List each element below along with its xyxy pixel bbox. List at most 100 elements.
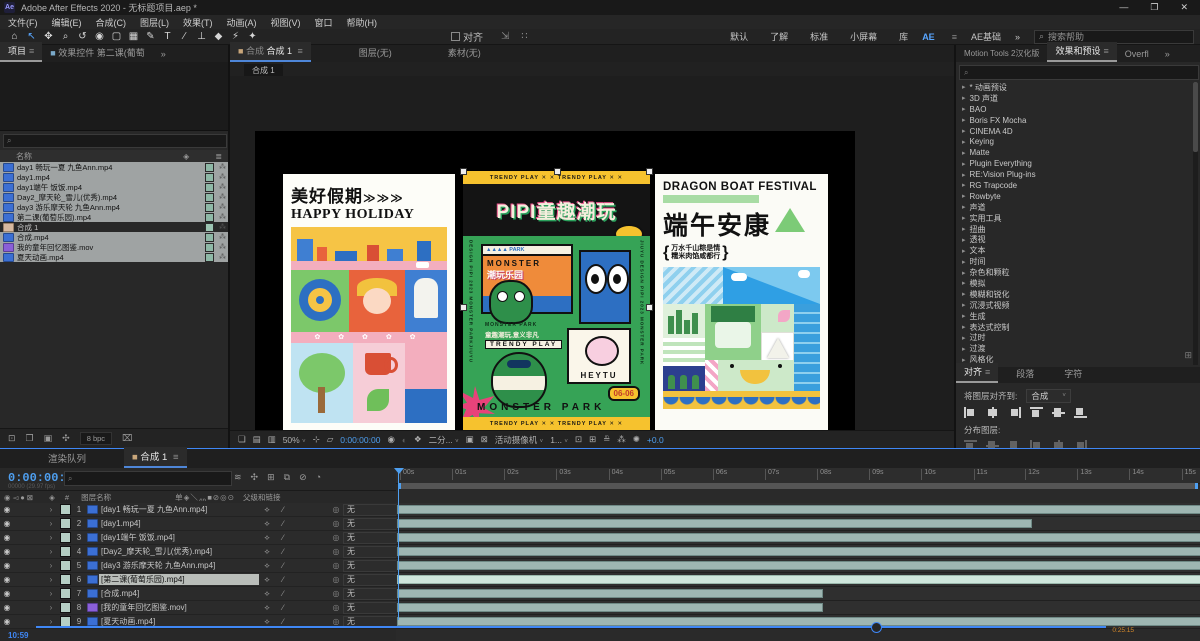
snapshot-icon[interactable]: ◉: [387, 434, 394, 445]
layer-name[interactable]: [day1 畅玩一夏 九鱼Ann.mp4]: [99, 504, 259, 515]
align-bottom-button[interactable]: [1074, 407, 1087, 418]
menu-item[interactable]: 效果(T): [183, 16, 213, 29]
expand-arrow-icon[interactable]: ›: [44, 533, 58, 542]
effects-category-row[interactable]: ▸ 模拟: [956, 278, 1192, 289]
eye-icon[interactable]: ◉: [0, 575, 14, 584]
expand-arrow-icon[interactable]: ▸: [962, 149, 966, 157]
label-color-chip[interactable]: [59, 518, 71, 529]
effects-category-row[interactable]: ▸ 过渡: [956, 343, 1192, 354]
layer-name[interactable]: [合成.mp4]: [99, 588, 259, 599]
mask-visibility-icon[interactable]: ▱: [327, 434, 334, 445]
time-ruler[interactable]: 00s 01s 02s 03s 04s 05s 06s 07s 08s 09s 10s 11s 12s 1…: [396, 468, 1200, 484]
parent-pickwhip-icon[interactable]: ◎: [329, 533, 343, 542]
align-horizontal-center-button[interactable]: [986, 407, 999, 418]
label-color-swatch[interactable]: [205, 162, 214, 172]
align-top-button[interactable]: [1030, 407, 1043, 418]
layer-name[interactable]: [day3 游乐摩天轮 九鱼Ann.mp4]: [99, 560, 259, 571]
effects-category-row[interactable]: ▸ 表达式控制: [956, 322, 1192, 333]
collapse-switch-icon[interactable]: ⟡: [259, 575, 275, 585]
layer-duration-bar[interactable]: [397, 505, 1200, 514]
selection-handle[interactable]: [460, 304, 467, 311]
layer-name[interactable]: [day1.mp4]: [99, 519, 259, 528]
effects-category-row[interactable]: ▸ 声道: [956, 202, 1192, 213]
parent-pickwhip-icon[interactable]: ◎: [329, 505, 343, 514]
layer-name[interactable]: [Day2_摩天轮_雪儿(优秀).mp4]: [99, 546, 259, 557]
tab-project[interactable]: 项目 ≡: [0, 42, 43, 62]
expand-arrow-icon[interactable]: ▸: [962, 345, 966, 353]
tabs-overflow[interactable]: »: [1157, 47, 1178, 62]
eye-icon[interactable]: ◉: [0, 547, 14, 556]
workspace-overflow[interactable]: »: [1015, 32, 1020, 42]
trash-icon[interactable]: ⌧: [122, 433, 132, 444]
selection-handle[interactable]: [460, 168, 467, 175]
maximize-button[interactable]: ❐: [1150, 2, 1158, 13]
new-composition-icon[interactable]: ▣: [44, 433, 53, 444]
tool-button[interactable]: ◆: [210, 30, 227, 44]
interpret-footage-icon[interactable]: ⊡: [8, 433, 16, 444]
timeline-zoom-scrollbar[interactable]: [36, 622, 1106, 633]
collapse-switch-icon[interactable]: ⟡: [259, 505, 275, 515]
snap-checkbox[interactable]: [451, 32, 460, 41]
tab-character[interactable]: 字符: [1056, 365, 1090, 383]
expand-arrow-icon[interactable]: ›: [44, 589, 58, 598]
menu-item[interactable]: 图层(L): [140, 16, 169, 29]
label-color-chip[interactable]: [59, 588, 71, 599]
label-color-swatch[interactable]: [205, 172, 214, 182]
layer-bar-row[interactable]: [396, 517, 1200, 531]
name-column-header[interactable]: 名称: [0, 151, 32, 162]
layer-name[interactable]: [第二课(葡萄乐园).mp4]: [99, 574, 259, 585]
quality-switch-icon[interactable]: ∕: [275, 505, 291, 514]
workspace-ae-basic[interactable]: AE基础: [971, 30, 1001, 43]
expand-arrow-icon[interactable]: ▸: [962, 127, 966, 135]
align-vertical-center-button[interactable]: [1052, 407, 1065, 418]
expand-arrow-icon[interactable]: ▸: [962, 290, 966, 298]
label-color-swatch[interactable]: [205, 182, 214, 192]
expand-arrow-icon[interactable]: ▸: [962, 203, 966, 211]
menu-item[interactable]: 文件(F): [8, 16, 38, 29]
eye-icon[interactable]: ◉: [0, 589, 14, 598]
parent-pickwhip-icon[interactable]: ◎: [329, 589, 343, 598]
bit-depth-button[interactable]: 8 bpc: [79, 432, 113, 445]
project-item-row[interactable]: 合成 1 ⁂: [0, 222, 228, 232]
tabs-overflow[interactable]: »: [153, 47, 174, 62]
parent-link-column[interactable]: 父级和链接: [235, 492, 281, 503]
eye-icon[interactable]: ◉: [0, 505, 14, 514]
workspace-item[interactable]: 默认: [730, 30, 748, 43]
zoom-knob[interactable]: [870, 622, 882, 633]
tab-effect-controls[interactable]: ■ 效果控件 第二课(葡萄: [42, 44, 152, 62]
layer-bar-row[interactable]: [396, 559, 1200, 573]
tool-button[interactable]: ▢: [108, 30, 125, 44]
poster-pipi-trendy-play[interactable]: TRENDY PLAY ✕ ✕ TRENDY PLAY ✕ ✕ PIPI童趣潮玩…: [460, 168, 653, 430]
layer-bar-row[interactable]: [396, 503, 1200, 517]
poster-happy-holiday[interactable]: 美好假期≫≫≫ HAPPY HOLIDAY ✿ ✿ ✿ ✿ ✿: [283, 174, 455, 430]
align-left-button[interactable]: [964, 407, 977, 418]
expand-arrow-icon[interactable]: ▸: [962, 258, 966, 266]
label-color-swatch[interactable]: [205, 252, 214, 262]
project-item-row[interactable]: day1.mp4 ⁂: [0, 172, 228, 182]
effects-category-row[interactable]: ▸ 透视: [956, 234, 1192, 245]
project-settings-icon[interactable]: ✣: [62, 433, 70, 444]
hide-shy-layers-icon[interactable]: ⊞: [267, 472, 275, 483]
primary-viewer-icon[interactable]: ▤: [253, 434, 261, 445]
workspace-item[interactable]: 库: [899, 30, 908, 43]
motion-blur-icon[interactable]: ⊘: [299, 472, 307, 483]
effects-category-row[interactable]: ▸ * 动画预设: [956, 82, 1192, 93]
expand-arrow-icon[interactable]: ▸: [962, 105, 966, 113]
quality-switch-icon[interactable]: ∕: [275, 561, 291, 570]
layer-bar-row[interactable]: [396, 531, 1200, 545]
tool-button[interactable]: ⌕: [57, 30, 74, 44]
expand-arrow-icon[interactable]: ▸: [962, 160, 966, 168]
eye-icon[interactable]: ◉: [0, 603, 14, 612]
menu-item[interactable]: 编辑(E): [52, 16, 82, 29]
workspace-item[interactable]: 了解: [770, 30, 788, 43]
layer-duration-bar[interactable]: [397, 575, 1200, 584]
zoom-level-dropdown[interactable]: 50% ˅: [283, 435, 306, 445]
layer-row[interactable]: ◉ › 2 [day1.mp4] ⟡ ∕ ◎ 无˅: [0, 517, 413, 531]
expand-arrow-icon[interactable]: ›: [44, 505, 58, 514]
draft-3d-icon[interactable]: ✣: [251, 472, 259, 483]
minimize-button[interactable]: —: [1119, 2, 1128, 13]
new-folder-icon[interactable]: ❐: [26, 433, 34, 444]
expand-arrow-icon[interactable]: ▸: [962, 334, 966, 342]
label-color-chip[interactable]: [59, 532, 71, 543]
pixel-aspect-icon[interactable]: ⊡: [575, 434, 582, 445]
